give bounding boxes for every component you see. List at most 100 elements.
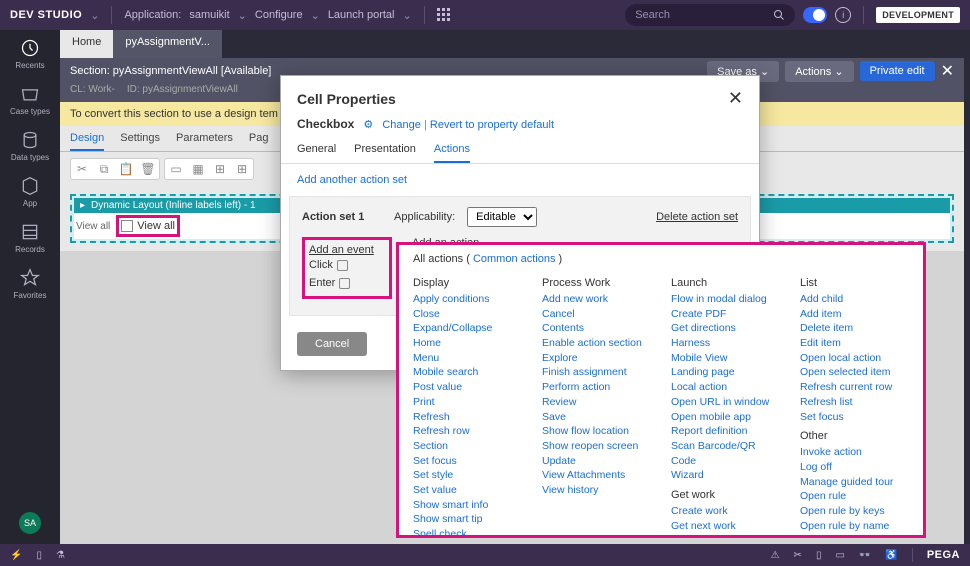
event-click[interactable]: Click <box>309 259 333 271</box>
action-link[interactable]: Open mobile app <box>671 410 780 425</box>
actions-button[interactable]: Actions ⌄ <box>785 61 853 82</box>
nav-recents[interactable]: Recents <box>15 38 44 70</box>
action-link[interactable]: Create PDF <box>671 307 780 322</box>
configure-menu[interactable]: Configure <box>255 9 303 21</box>
action-link[interactable]: Section <box>413 439 522 454</box>
add-action-set-link[interactable]: Add another action set <box>281 164 759 192</box>
action-link[interactable]: Edit item <box>800 336 909 351</box>
paste-icon[interactable]: 📋 <box>115 159 137 179</box>
action-link[interactable]: Open rule by name <box>800 519 909 534</box>
action-link[interactable]: Post value <box>413 380 522 395</box>
highlighted-checkbox-cell[interactable]: View all <box>116 215 180 237</box>
flask-icon[interactable]: ⚗ <box>56 550 65 561</box>
action-link[interactable]: Refresh current row <box>800 380 909 395</box>
action-link[interactable]: Explore <box>542 351 651 366</box>
event-enter[interactable]: Enter <box>309 277 335 289</box>
info-icon[interactable]: i <box>835 7 851 23</box>
action-link[interactable]: Get next work <box>671 519 780 534</box>
action-link[interactable]: Harness <box>671 336 780 351</box>
action-link[interactable]: View Attachments <box>542 468 651 483</box>
action-link[interactable]: Home <box>413 336 522 351</box>
action-link[interactable]: Open rule by keys <box>800 504 909 519</box>
action-link[interactable]: Finish assignment <box>542 365 651 380</box>
add-event-link[interactable]: Add an event <box>309 244 385 256</box>
nav-data-types[interactable]: Data types <box>11 130 49 162</box>
tab-parameters[interactable]: Parameters <box>176 132 233 151</box>
checkbox-icon[interactable] <box>121 220 133 232</box>
modal-tab-general[interactable]: General <box>297 137 336 163</box>
change-link[interactable]: Change <box>382 119 421 131</box>
copy-icon[interactable]: ⧉ <box>93 159 115 179</box>
glasses-icon[interactable]: 👓 <box>859 550 871 561</box>
bolt-icon[interactable]: ⚡ <box>10 550 22 561</box>
action-link[interactable]: Flow in modal dialog <box>671 292 780 307</box>
nav-records[interactable]: Records <box>15 222 45 254</box>
insert-icon[interactable]: ⊞ <box>209 159 231 179</box>
action-link[interactable]: Mobile search <box>413 365 522 380</box>
clipboard2-icon[interactable]: ▯ <box>816 550 822 561</box>
action-link[interactable]: Save <box>542 410 651 425</box>
action-link[interactable]: Spell check <box>413 527 522 538</box>
action-link[interactable]: Open URL in window <box>671 395 780 410</box>
cut-icon[interactable]: ✂ <box>71 159 93 179</box>
scissors-icon[interactable]: ✂ <box>794 550 802 561</box>
delete-action-set-link[interactable]: Delete action set <box>656 211 738 223</box>
gear-icon[interactable]: ⚙ <box>363 119 373 131</box>
action-link[interactable]: Delete item <box>800 321 909 336</box>
action-link[interactable]: Show smart tip <box>413 512 522 527</box>
layout-icon[interactable]: ▭ <box>165 159 187 179</box>
action-link[interactable]: Print <box>413 395 522 410</box>
action-link[interactable]: Set focus <box>413 454 522 469</box>
action-link[interactable]: Wizard <box>671 468 780 483</box>
common-actions-link[interactable]: Common actions <box>473 253 556 265</box>
insert2-icon[interactable]: ⊞ <box>231 159 253 179</box>
trash-icon[interactable] <box>337 260 348 271</box>
action-link[interactable]: Scan Barcode/QR Code <box>671 439 780 468</box>
action-link[interactable]: Add item <box>800 307 909 322</box>
clipboard-icon[interactable]: ▯ <box>36 550 42 561</box>
action-link[interactable]: Close <box>413 307 522 322</box>
tab-home[interactable]: Home <box>60 30 113 58</box>
launch-portal-menu[interactable]: Launch portal <box>328 9 395 21</box>
action-link[interactable]: Add new work <box>542 292 651 307</box>
close-icon[interactable]: ✕ <box>941 61 954 81</box>
private-edit-button[interactable]: Private edit <box>860 61 935 81</box>
action-link[interactable]: Refresh row <box>413 424 522 439</box>
cancel-button[interactable]: Cancel <box>297 332 367 356</box>
action-link[interactable]: Apply conditions <box>413 292 522 307</box>
user-avatar[interactable]: SA <box>19 512 41 534</box>
grid-icon[interactable]: ▦ <box>187 159 209 179</box>
trash-icon[interactable] <box>339 278 350 289</box>
action-link[interactable]: Run activity <box>800 533 909 538</box>
action-link[interactable]: Perform action <box>542 380 651 395</box>
action-link[interactable]: Show flow location <box>542 424 651 439</box>
applicability-select[interactable]: Editable <box>467 207 537 227</box>
action-link[interactable]: Invoke action <box>800 445 909 460</box>
action-link[interactable]: Get directions <box>671 321 780 336</box>
action-link[interactable]: Menu <box>413 351 522 366</box>
action-link[interactable]: Contents <box>542 321 651 336</box>
revert-link[interactable]: Revert to property default <box>430 119 554 131</box>
action-link[interactable]: Set focus <box>800 410 909 425</box>
action-link[interactable]: Open selected item <box>800 365 909 380</box>
action-link[interactable]: Set style <box>413 468 522 483</box>
chevron-down-icon[interactable]: ⌄ <box>90 9 99 22</box>
action-link[interactable]: Manage guided tour <box>800 475 909 490</box>
action-link[interactable]: Create work <box>671 504 780 519</box>
action-link[interactable]: View history <box>542 483 651 498</box>
tab-pages[interactable]: Pag <box>249 132 269 151</box>
action-link[interactable]: Enable action section <box>542 336 651 351</box>
tab-settings[interactable]: Settings <box>120 132 160 151</box>
action-link[interactable]: Log off <box>800 460 909 475</box>
modal-tab-actions[interactable]: Actions <box>434 137 470 163</box>
delete-icon[interactable]: 🗑 <box>137 159 159 179</box>
action-link[interactable]: Refresh list <box>800 395 909 410</box>
chat-icon[interactable]: ▭ <box>835 550 844 561</box>
tab-design[interactable]: Design <box>70 132 104 151</box>
action-link[interactable]: Local action <box>671 380 780 395</box>
toggle-switch[interactable] <box>803 7 827 23</box>
action-link[interactable]: Report definition <box>671 424 780 439</box>
action-link[interactable]: Show smart info <box>413 498 522 513</box>
nav-app[interactable]: App <box>20 176 40 208</box>
action-link[interactable]: Open local action <box>800 351 909 366</box>
